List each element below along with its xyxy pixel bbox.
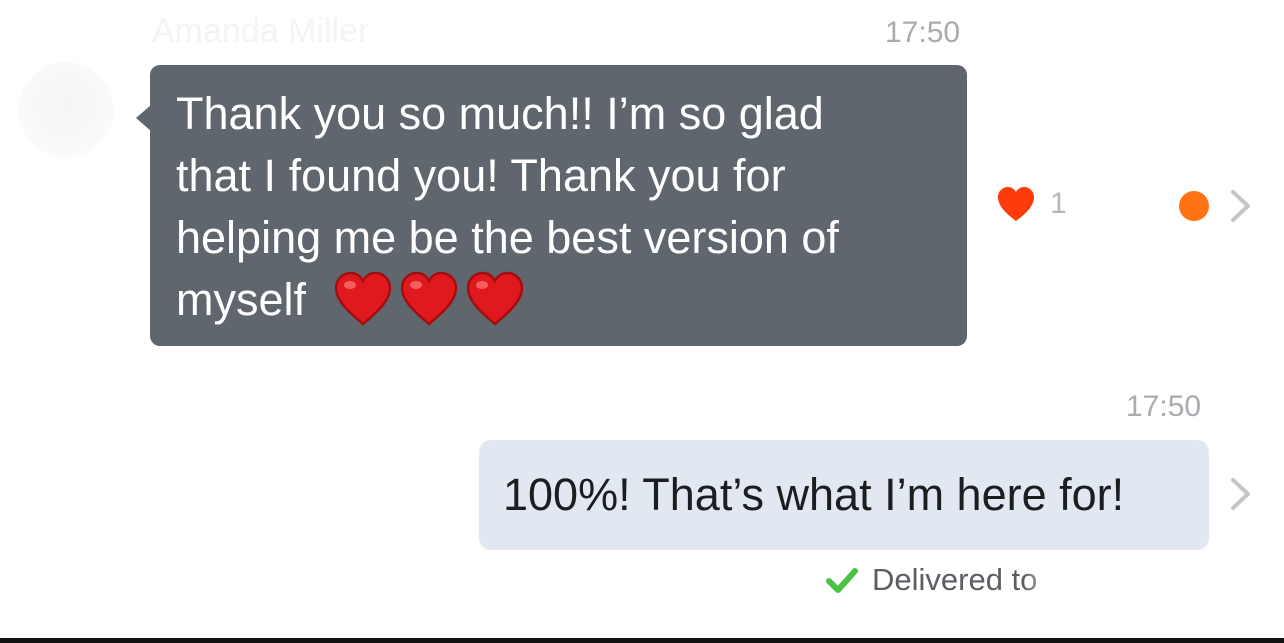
delivery-status-text: Delivered to bbox=[872, 562, 1038, 597]
red-heart-emoji bbox=[334, 271, 391, 326]
message-line: helping me be the best version of bbox=[176, 212, 839, 263]
message-line-last: myself bbox=[176, 269, 947, 331]
sender-name: Amanda Miller bbox=[152, 12, 370, 50]
red-heart-emoji bbox=[466, 271, 523, 326]
reaction-count: 1 bbox=[1050, 187, 1067, 220]
message-timestamp: 17:50 bbox=[885, 16, 961, 49]
reaction-badge[interactable]: 1 bbox=[996, 184, 1067, 224]
heart-icon bbox=[998, 187, 1034, 221]
message-timestamp: 17:50 bbox=[1126, 390, 1202, 423]
delivery-status: Delivered to bbox=[826, 562, 1062, 598]
bottom-divider bbox=[0, 638, 1284, 643]
check-icon bbox=[826, 568, 858, 593]
incoming-message-bubble[interactable]: Thank you so much!! I’m so glad that I f… bbox=[136, 65, 967, 346]
chat-screen: Amanda Miller 17:50 Thank you so much!! … bbox=[0, 0, 1284, 643]
chevron-right-icon[interactable] bbox=[1229, 188, 1253, 224]
avatar[interactable] bbox=[18, 62, 114, 158]
message-line-text: myself bbox=[176, 274, 307, 325]
red-heart-emoji bbox=[400, 271, 457, 326]
incoming-message-text: Thank you so much!! I’m so glad that I f… bbox=[176, 83, 947, 331]
message-line: Thank you so much!! I’m so glad bbox=[176, 88, 824, 139]
outgoing-message-bubble[interactable]: 100%! That’s what I’m here for! bbox=[479, 440, 1209, 550]
message-line: that I found you! Thank you for bbox=[176, 150, 786, 201]
chevron-right-icon[interactable] bbox=[1229, 476, 1253, 512]
status-dot bbox=[1179, 191, 1209, 221]
outgoing-message-text: 100%! That’s what I’m here for! bbox=[503, 469, 1125, 520]
